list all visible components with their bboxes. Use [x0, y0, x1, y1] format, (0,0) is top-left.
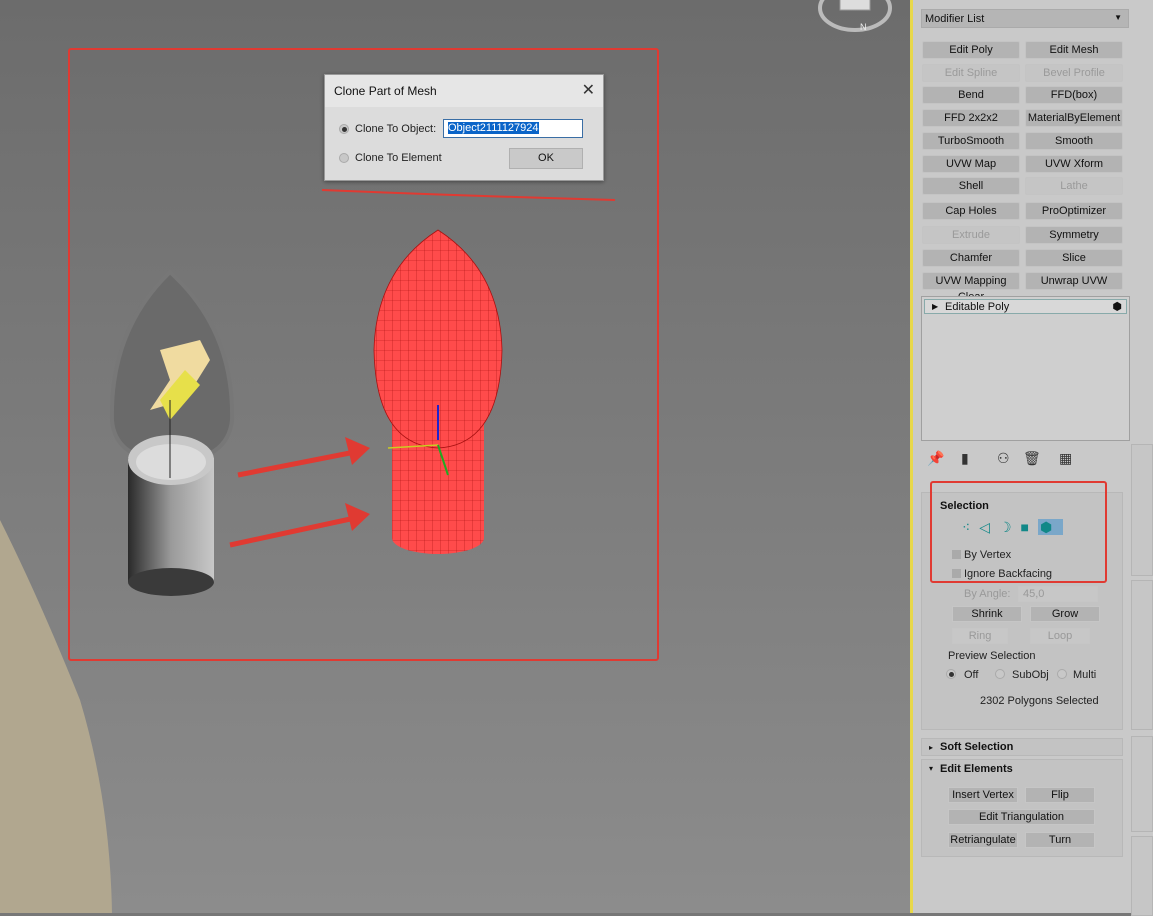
clone-to-object-label: Clone To Object:	[355, 123, 437, 135]
modifier-button-extrude[interactable]: Extrude	[922, 226, 1020, 244]
annotation-arrow	[229, 503, 370, 548]
close-icon[interactable]: ✕	[582, 80, 595, 100]
preview-subobj-radio[interactable]	[995, 669, 1005, 679]
pin-stack-icon[interactable]: 📌	[927, 450, 944, 467]
clone-part-of-mesh-dialog: Clone Part of Mesh ✕ Clone To Object: Ob…	[324, 74, 604, 181]
modifier-button-edit-spline[interactable]: Edit Spline	[922, 64, 1020, 82]
delete-modifier-icon[interactable]: 🗑	[1023, 450, 1041, 467]
collapse-icon: ▾	[929, 764, 934, 773]
preview-multi-label: Multi	[1073, 669, 1097, 681]
edit-elements-title: Edit Elements	[940, 763, 1013, 775]
viewcube-compass: N	[860, 22, 867, 32]
by-vertex-label: By Vertex	[964, 549, 1012, 561]
preview-subobj-label: SubObj	[1012, 669, 1049, 681]
modifier-button-chamfer[interactable]: Chamfer	[922, 249, 1020, 267]
modifier-button-smooth[interactable]: Smooth	[1025, 132, 1123, 150]
ignore-backfacing-checkbox[interactable]	[952, 569, 961, 578]
beige-object	[0, 520, 112, 913]
selection-status: 2302 Polygons Selected	[980, 695, 1099, 707]
modifier-list-label: Modifier List	[925, 13, 985, 25]
shrink-button[interactable]: Shrink	[952, 606, 1022, 622]
modifier-button-uvw-xform[interactable]: UVW Xform	[1025, 155, 1123, 173]
loop-button[interactable]: Loop	[1030, 628, 1090, 644]
configure-modifier-sets-icon[interactable]: ▦	[1059, 450, 1072, 467]
flip-button[interactable]: Flip	[1025, 787, 1095, 803]
modifier-button-uvw-map[interactable]: UVW Map	[922, 155, 1020, 173]
modifier-button-unwrap-uvw[interactable]: Unwrap UVW	[1025, 272, 1123, 290]
modifier-button-ffd-2x2x2[interactable]: FFD 2x2x2	[922, 109, 1020, 127]
modifier-button-cap-holes[interactable]: Cap Holes	[922, 202, 1020, 220]
grow-button[interactable]: Grow	[1030, 606, 1100, 622]
clone-to-element-label: Clone To Element	[355, 152, 442, 164]
modifier-button-turbosmooth[interactable]: TurboSmooth	[922, 132, 1020, 150]
modifier-button-prooptimizer[interactable]: ProOptimizer	[1025, 202, 1123, 220]
edit-triangulation-button[interactable]: Edit Triangulation	[948, 809, 1095, 825]
by-angle-spinner[interactable]: 45,0	[1018, 586, 1098, 602]
side-rollout	[1131, 580, 1153, 730]
modifier-button-edit-mesh[interactable]: Edit Mesh	[1025, 41, 1123, 59]
preview-off-label: Off	[964, 669, 979, 681]
cube-icon: ⬢	[1112, 301, 1122, 313]
expand-icon: ▸	[929, 743, 934, 752]
polygon-icon[interactable]: ■	[1021, 519, 1038, 535]
soft-selection-title: Soft Selection	[940, 741, 1014, 753]
modifier-button-bend[interactable]: Bend	[922, 86, 1020, 104]
clone-to-object-radio[interactable]	[339, 124, 349, 134]
ring-button[interactable]: Ring	[952, 628, 1008, 644]
turn-button[interactable]: Turn	[1025, 832, 1095, 848]
retriangulate-button[interactable]: Retriangulate	[948, 832, 1018, 848]
candle-bulb-original[interactable]	[109, 269, 235, 596]
modifier-list-dropdown[interactable]: Modifier List ▼	[921, 9, 1129, 28]
element-icon[interactable]: ⬢	[1038, 519, 1064, 535]
side-rollout	[1131, 736, 1153, 832]
modifier-stack[interactable]: ▶ Editable Poly ⬢	[921, 296, 1130, 441]
chevron-down-icon: ▼	[1114, 13, 1122, 22]
by-angle-label: By Angle:	[964, 588, 1011, 600]
annotation-underline	[321, 189, 616, 201]
object-name-value: Object2111127924	[448, 122, 539, 134]
modifier-button-edit-poly[interactable]: Edit Poly	[922, 41, 1020, 59]
object-name-input[interactable]: Object2111127924	[443, 119, 583, 138]
stack-item-editable-poly[interactable]: ▶ Editable Poly ⬢	[924, 299, 1127, 314]
ok-button[interactable]: OK	[509, 148, 583, 169]
modifier-button-bevel-profile[interactable]: Bevel Profile	[1025, 64, 1123, 82]
modifier-button-ffd-box-[interactable]: FFD(box)	[1025, 86, 1123, 104]
clone-to-element-radio[interactable]	[339, 153, 349, 163]
modifier-button-shell[interactable]: Shell	[922, 177, 1020, 195]
viewport[interactable]: N Clone Part of Mesh ✕ Clone To Object: …	[0, 0, 910, 913]
stack-item-label: Editable Poly	[945, 301, 1010, 313]
modifier-button-symmetry[interactable]: Symmetry	[1025, 226, 1123, 244]
selection-rollout: Selection ⁖◁☽■ ⬢ By Vertex Ignore Backfac…	[921, 492, 1123, 730]
modifier-button-uvw-mapping-clear[interactable]: UVW Mapping Clear	[922, 272, 1020, 303]
show-end-result-icon[interactable]: ▮	[961, 450, 969, 467]
insert-vertex-button[interactable]: Insert Vertex	[948, 787, 1018, 803]
viewcube[interactable]: N	[818, 0, 892, 32]
modify-panel: Modifier List ▼ Edit Poly Edit Mesh Edit Sp…	[910, 0, 1153, 916]
edit-elements-rollout: ▾ Edit Elements Insert Vertex Flip Edit …	[921, 759, 1123, 857]
modifier-button-lathe[interactable]: Lathe	[1025, 177, 1123, 195]
dialog-title: Clone Part of Mesh	[334, 84, 437, 98]
selection-title: Selection	[940, 500, 989, 512]
modifier-button-materialbyelement[interactable]: MaterialByElement	[1025, 109, 1123, 127]
vertex-icon[interactable]: ⁖	[962, 519, 979, 535]
modifier-button-slice[interactable]: Slice	[1025, 249, 1123, 267]
expand-icon: ▶	[932, 302, 939, 311]
make-unique-icon[interactable]: ⚇	[997, 450, 1010, 467]
border-icon[interactable]: ☽	[999, 519, 1021, 535]
candle-bulb-selected[interactable]	[373, 229, 503, 554]
soft-selection-rollout[interactable]: ▸ Soft Selection	[921, 738, 1123, 756]
ignore-backfacing-label: Ignore Backfacing	[964, 568, 1053, 580]
side-rollout	[1131, 444, 1153, 576]
side-rollout	[1131, 836, 1153, 916]
preview-multi-radio[interactable]	[1057, 669, 1067, 679]
preview-off-radio[interactable]	[946, 669, 956, 679]
by-vertex-checkbox[interactable]	[952, 550, 961, 559]
annotation-arrow	[237, 437, 370, 478]
edge-icon[interactable]: ◁	[979, 519, 999, 535]
preview-selection-label: Preview Selection	[948, 650, 1036, 662]
